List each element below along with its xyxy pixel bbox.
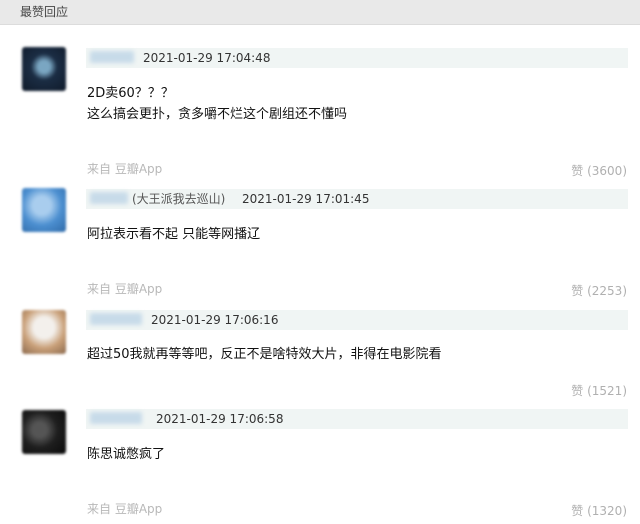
username-link[interactable] — [90, 51, 134, 63]
like-button[interactable]: 赞 (3600) — [571, 163, 627, 179]
avatar[interactable] — [22, 310, 66, 354]
comment-meta: 2021-01-29 17:06:16 — [86, 310, 628, 330]
comment-source: 来自 豆瓣App — [87, 502, 163, 516]
timestamp: 2021-01-29 17:04:48 — [143, 51, 271, 65]
section-header: 最赞回应 — [0, 0, 640, 25]
comment-source: 来自 豆瓣App — [87, 162, 163, 176]
comment-text-line: 陈思诚憋疯了 — [87, 447, 166, 462]
like-button[interactable]: 赞 (1320) — [571, 503, 627, 519]
avatar[interactable] — [22, 410, 66, 454]
timestamp: 2021-01-29 17:01:45 — [242, 192, 370, 206]
avatar[interactable] — [22, 188, 66, 232]
username-link[interactable] — [90, 192, 128, 204]
comment-meta: 2021-01-29 17:06:58 — [86, 409, 628, 429]
section-title: 最赞回应 — [20, 5, 69, 19]
comment-text-line: 这么搞会更扑，贪多嚼不烂这个剧组还不懂吗 — [87, 107, 348, 122]
timestamp: 2021-01-29 17:06:16 — [151, 313, 279, 327]
like-button[interactable]: 赞 (2253) — [571, 283, 627, 299]
username-suffix: (大王派我去巡山) — [132, 192, 226, 206]
comment-text-line: 阿拉表示看不起 只能等网播辽 — [87, 227, 261, 242]
username-link[interactable] — [90, 313, 142, 325]
comment-meta: 2021-01-29 17:04:48 — [86, 48, 628, 68]
comment-source: 来自 豆瓣App — [87, 282, 163, 296]
comment-text-line: 2D卖60？？？ — [87, 86, 174, 101]
like-button[interactable]: 赞 (1521) — [571, 383, 627, 399]
timestamp: 2021-01-29 17:06:58 — [156, 412, 284, 426]
avatar[interactable] — [22, 47, 66, 91]
username-link[interactable] — [90, 412, 142, 424]
comment-text-line: 超过50我就再等等吧，反正不是啥特效大片，非得在电影院看 — [87, 347, 442, 362]
comment-meta: (大王派我去巡山) 2021-01-29 17:01:45 — [86, 189, 628, 209]
